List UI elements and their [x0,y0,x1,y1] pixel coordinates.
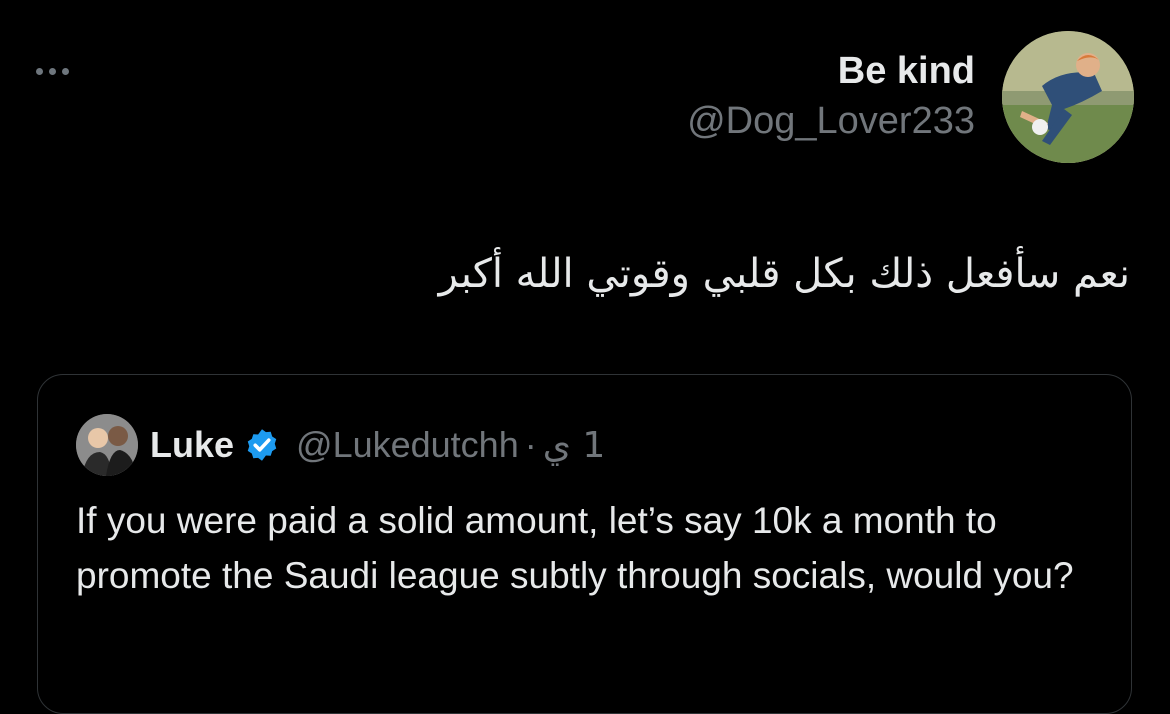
quoted-tweet-header: Luke @Lukedutchh · 1 ي [76,414,606,476]
quoted-tweet-text: If you were paid a solid amount, let’s s… [76,500,1074,596]
quoted-tweet-card[interactable]: Luke @Lukedutchh · 1 ي If you were paid … [37,374,1132,714]
author-display-name[interactable]: Be kind [687,48,975,94]
quoted-author-handle[interactable]: @Lukedutchh [296,424,519,466]
quoted-author-avatar[interactable] [76,414,138,476]
tweet-author: Be kind @Dog_Lover233 [687,48,975,144]
author-avatar[interactable] [1002,31,1134,163]
avatar-photo-icon [76,414,138,476]
ellipsis-icon-dot [62,67,69,75]
ellipsis-icon-dot [49,67,56,75]
avatar-photo-icon [1002,31,1134,163]
header-separator: · [524,424,537,465]
quoted-author-display-name[interactable]: Luke [150,424,234,466]
quoted-tweet-time[interactable]: 1 ي [543,425,606,466]
more-options-button[interactable] [36,60,86,82]
author-handle[interactable]: @Dog_Lover233 [687,98,975,144]
ellipsis-icon-dot [36,67,43,75]
tweet-text: نعم سأفعل ذلك بكل قلبي وقوتي الله أكبر [438,251,1130,297]
verified-badge-icon [244,427,280,463]
